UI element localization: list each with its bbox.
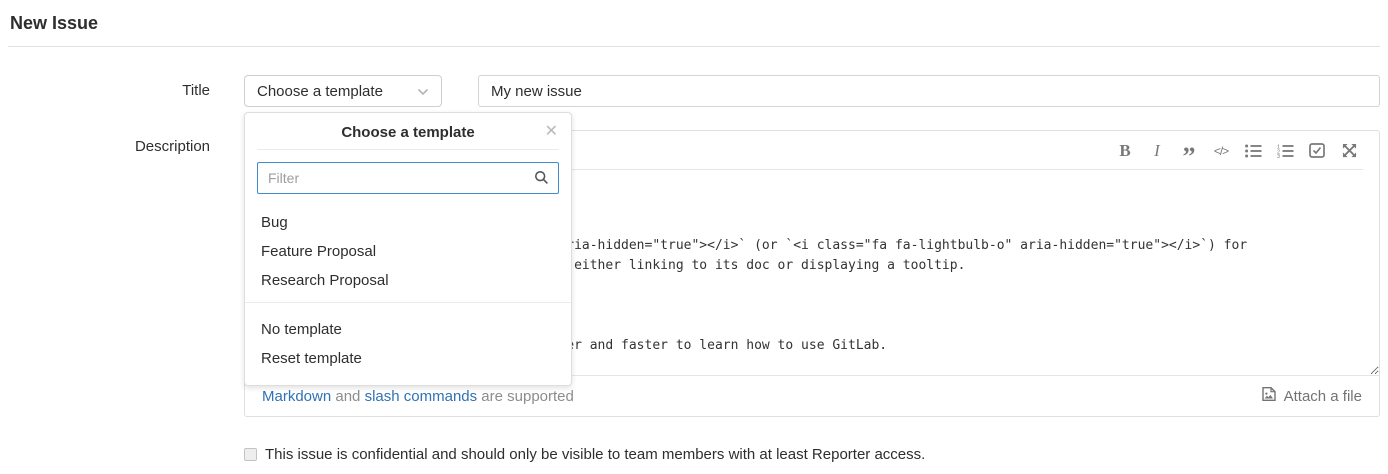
page-header: New Issue <box>8 0 1380 47</box>
page-title: New Issue <box>10 13 1378 34</box>
title-content: Choose a template <box>244 75 1380 107</box>
attach-file-icon <box>1261 386 1284 406</box>
template-item-research-proposal[interactable]: Research Proposal <box>245 266 571 295</box>
dropdown-list-divider <box>245 302 571 303</box>
italic-icon[interactable]: I <box>1141 136 1173 166</box>
dropdown-title: Choose a template <box>245 124 571 141</box>
confidential-label: This issue is confidential and should on… <box>265 446 925 463</box>
close-icon[interactable]: ✕ <box>545 122 558 142</box>
supported-text: are supported <box>477 388 574 405</box>
template-action-no-template[interactable]: No template <box>245 315 571 344</box>
title-row: Title Choose a template <box>0 75 1388 107</box>
code-icon[interactable]: </> <box>1205 136 1237 166</box>
issue-title-input[interactable] <box>478 75 1380 107</box>
bold-icon[interactable]: B <box>1109 136 1141 166</box>
confidential-row: This issue is confidential and should on… <box>244 446 1388 463</box>
and-text: and <box>331 388 364 405</box>
task-list-icon[interactable] <box>1301 136 1333 166</box>
markdown-help-text: Markdown and slash commands are supporte… <box>262 388 574 405</box>
description-label: Description <box>0 130 210 417</box>
template-list: Bug Feature Proposal Research Proposal N… <box>245 206 571 373</box>
template-action-reset-template[interactable]: Reset template <box>245 344 571 373</box>
quote-icon[interactable]: ” <box>1173 136 1205 166</box>
dropdown-header-divider <box>257 149 559 150</box>
template-item-bug[interactable]: Bug <box>245 208 571 237</box>
attach-file-label: Attach a file <box>1284 388 1362 405</box>
template-filter-input[interactable] <box>257 162 559 194</box>
numbered-list-icon[interactable]: 123 <box>1269 136 1301 166</box>
slash-commands-link[interactable]: slash commands <box>365 388 478 405</box>
bullet-list-icon[interactable] <box>1237 136 1269 166</box>
markdown-link[interactable]: Markdown <box>262 388 331 405</box>
chevron-down-icon <box>417 83 429 100</box>
template-item-feature-proposal[interactable]: Feature Proposal <box>245 237 571 266</box>
attach-file-button[interactable]: Attach a file <box>1261 386 1362 406</box>
description-row: Description B I ” </> 123 <box>0 130 1388 417</box>
search-icon <box>534 170 549 190</box>
choose-template-button-label: Choose a template <box>257 83 383 100</box>
template-dropdown-panel: Choose a template ✕ Bug Feature Proposal… <box>244 112 572 386</box>
dropdown-header: Choose a template ✕ <box>245 113 571 149</box>
filter-wrap <box>257 162 559 194</box>
choose-template-button[interactable]: Choose a template <box>244 75 442 107</box>
svg-text:3: 3 <box>1277 154 1280 158</box>
confidential-checkbox[interactable] <box>244 448 257 461</box>
title-label: Title <box>0 75 210 107</box>
fullscreen-icon[interactable] <box>1333 136 1365 166</box>
